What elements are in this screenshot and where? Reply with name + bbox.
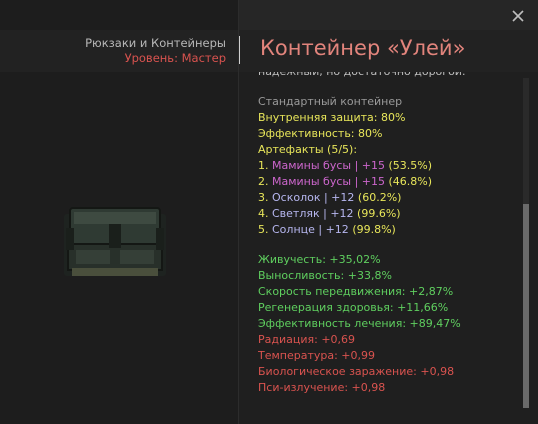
description-cut-text: надежный, но достаточно дорогой. xyxy=(258,72,516,80)
artifact-pct: (99.6%) xyxy=(357,207,401,220)
stat-negative: Радиация: +0,69 xyxy=(258,333,356,346)
container-type: Стандартный контейнер xyxy=(258,95,403,108)
artifacts-header: Артефакты (5/5): xyxy=(258,143,358,156)
header-divider xyxy=(239,36,240,64)
panel-top-bar xyxy=(239,0,538,30)
artifact-pct: (53.5%) xyxy=(388,159,433,172)
stat-positive: Живучесть: +35,02% xyxy=(258,253,381,266)
level-value: Мастер xyxy=(181,51,226,65)
artifact-pct: (46.8%) xyxy=(388,175,433,188)
stat-positive: Скорость передвижения: +2,87% xyxy=(258,285,454,298)
artifact-row: 1. Мамины бусы | +15 (53.5%) xyxy=(258,158,516,174)
item-category: Рюкзаки и Контейнеры xyxy=(85,36,226,50)
artifact-pct: (99.8%) xyxy=(352,223,396,236)
stat-negative: Биологическое заражение: +0,98 xyxy=(258,365,455,378)
artifact-row: 5. Солнце | +12 (99.8%) xyxy=(258,222,516,238)
artifact-num: 1. xyxy=(258,159,269,172)
artifact-row: 3. Осколок | +12 (60.2%) xyxy=(258,190,516,206)
artifact-name: Солнце | +12 xyxy=(272,223,349,236)
stat-negative: Температура: +0,99 xyxy=(258,349,376,362)
stat-negative: Пси-излучение: +0,98 xyxy=(258,381,386,394)
level-label: Уровень: xyxy=(124,51,178,65)
efficiency: Эффективность: 80% xyxy=(258,127,383,140)
item-level: Уровень: Мастер xyxy=(125,51,226,65)
artifact-num: 5. xyxy=(258,223,269,236)
artifact-row: 2. Мамины бусы | +15 (46.8%) xyxy=(258,174,516,190)
artifact-name: Светляк | +12 xyxy=(272,207,354,220)
artifact-row: 4. Светляк | +12 (99.6%) xyxy=(258,206,516,222)
stat-positive: Регенерация здоровья: +11,66% xyxy=(258,301,449,314)
artifact-num: 3. xyxy=(258,191,269,204)
artifact-name: Мамины бусы | +15 xyxy=(272,159,385,172)
artifact-name: Мамины бусы | +15 xyxy=(272,175,385,188)
artifact-num: 2. xyxy=(258,175,269,188)
stat-positive: Эффективность лечения: +89,47% xyxy=(258,317,461,330)
container-item-image xyxy=(64,207,166,276)
artifact-name: Осколок | +12 xyxy=(272,191,355,204)
artifact-pct: (60.2%) xyxy=(357,191,402,204)
close-icon[interactable] xyxy=(511,9,525,23)
scrollbar-thumb[interactable] xyxy=(523,204,529,408)
stat-positive: Выносливость: +33,8% xyxy=(258,269,392,282)
internal-protection: Внутренняя защита: 80% xyxy=(258,111,406,124)
description-scrollbar[interactable] xyxy=(523,78,529,408)
item-description[interactable]: надежный, но достаточно дорогой. Стандар… xyxy=(258,72,516,412)
artifact-num: 4. xyxy=(258,207,269,220)
item-title: Контейнер «Улей» xyxy=(260,36,466,60)
